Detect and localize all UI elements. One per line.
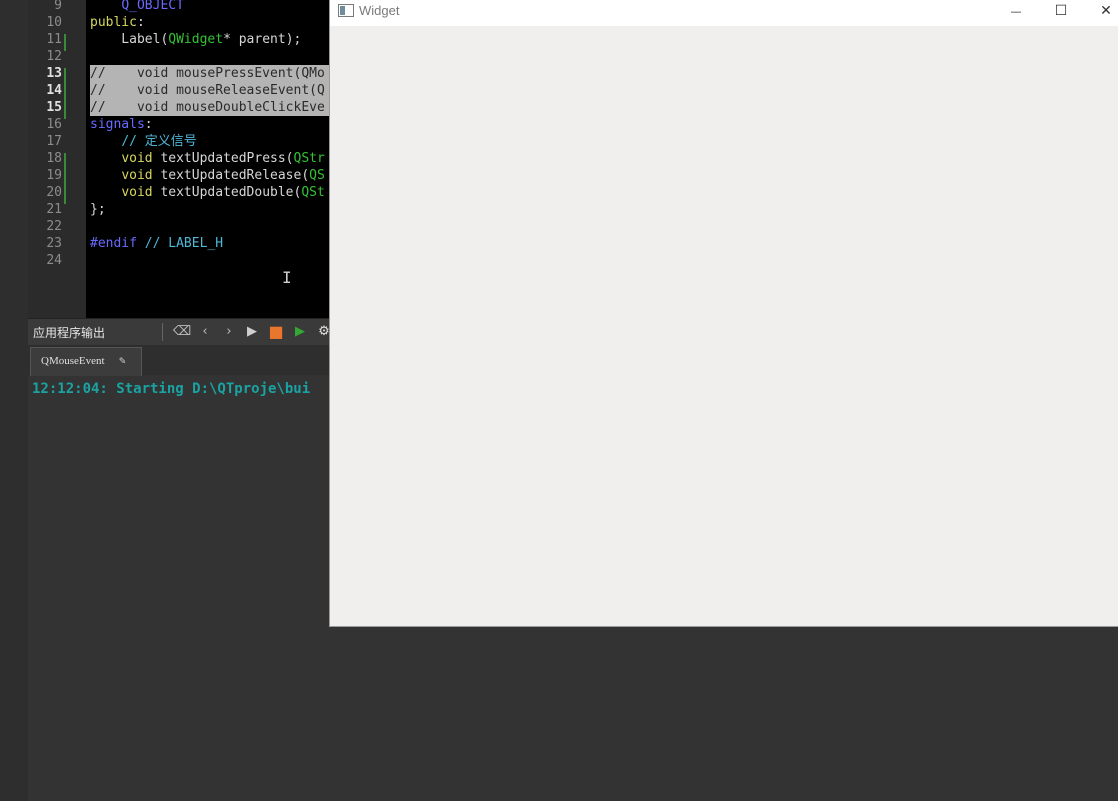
line-number: 18 [46,151,62,166]
code-line[interactable]: void textUpdatedPress(QStr [90,150,325,167]
code-token: QS [309,168,325,183]
code-token: // 定义信号 [121,134,197,149]
code-token: // void mouseReleaseEvent(Q [90,83,325,98]
code-line[interactable]: Label(QWidget* parent); [90,31,301,48]
minimize-icon: — [1010,4,1022,18]
code-token: textUpdatedDouble( [152,185,302,200]
code-token: : [144,117,153,132]
code-line[interactable]: #endif // LABEL_H [90,235,223,252]
code-token: }; [90,202,106,217]
code-line[interactable]: // void mouseDoubleClickEve [90,99,330,116]
code-line[interactable]: // void mouseReleaseEvent(Q [90,82,330,99]
line-number: 10 [46,15,62,30]
widget-window[interactable]: Widget — ☐ ✕ [329,0,1118,627]
line-number: 14 [46,83,62,98]
code-token: void [121,168,153,183]
code-line[interactable]: }; [90,201,106,218]
tab-qmouseevent[interactable]: QMouseEvent ✎ [30,347,142,376]
line-number: 24 [46,253,62,268]
line-number: 23 [46,236,62,251]
change-marker [64,34,66,51]
line-number: 16 [46,117,62,132]
code-token: QStr [293,151,325,166]
code-line[interactable]: signals: [90,116,153,133]
change-marker [64,68,66,119]
line-number: 20 [46,185,62,200]
widget-client-area[interactable] [330,26,1118,626]
close-icon: ✕ [1100,3,1112,19]
application-output[interactable]: 12:12:04: Starting D:\QTproje\bui [28,376,330,801]
code-token: void [121,151,153,166]
code-token: // void mousePressEvent(QMo [90,66,325,81]
code-line[interactable]: void textUpdatedDouble(QSt [90,184,325,201]
code-token: : [136,15,145,30]
code-editor[interactable]: 9 10 11 12 13 14 15 16 17 18 19 20 21 22 23 24 Q_OBJECT… [28,0,330,318]
run-icon[interactable]: ▶ [243,322,261,340]
code-line[interactable]: void textUpdatedRelease(QS [90,167,325,184]
code-token: signals [90,117,145,132]
output-log-line: 12:12:04: Starting D:\QTproje\bui [32,381,311,397]
line-number: 12 [46,49,62,64]
code-token: void [121,185,153,200]
toolbar-separator [162,323,163,341]
code-token: Label( [90,32,169,47]
tab-label: QMouseEvent [41,355,105,367]
code-line[interactable]: Q_OBJECT [90,0,184,14]
output-pane-title: 应用程序输出 [33,326,106,340]
code-token: Q_OBJECT [121,0,184,13]
line-number: 19 [46,168,62,183]
stop-icon[interactable]: ■ [267,322,285,341]
code-token: QSt [301,185,325,200]
window-app-icon [338,4,354,17]
line-number: 11 [46,32,62,47]
code-token: QWidget [168,32,224,47]
close-button[interactable]: ✕ [1083,0,1118,22]
code-line[interactable]: public: [90,14,145,31]
clear-icon[interactable]: ⌫ [173,322,191,340]
prev-icon[interactable]: ‹ [196,322,214,340]
code-token: #endif [90,236,137,251]
maximize-icon: ☐ [1054,3,1068,19]
line-number: 22 [46,219,62,234]
line-number: 17 [46,134,62,149]
left-mode-strip [0,0,28,801]
output-toolbar: 应用程序输出 ⌫ ‹ › ▶ ■ ▶ ⚙ [28,318,330,346]
code-token: // LABEL_H [136,236,224,251]
minimize-button[interactable]: — [993,0,1039,22]
code-line[interactable]: // void mousePressEvent(QMo [90,65,330,82]
change-marker [64,153,66,204]
maximize-button[interactable]: ☐ [1038,0,1084,22]
text-cursor-icon: I [282,268,292,287]
code-token: public [90,15,137,30]
code-token: textUpdatedPress( [152,151,294,166]
line-number: 13 [46,66,62,81]
window-title: Widget [359,3,400,18]
line-number: 9 [54,0,62,13]
next-icon[interactable]: › [220,322,238,340]
window-titlebar[interactable]: Widget — ☐ ✕ [330,0,1118,26]
code-token: * parent); [223,32,302,47]
output-tabs: QMouseEvent ✎ [28,345,330,376]
line-number-gutter: 9 10 11 12 13 14 15 16 17 18 19 20 21 22 23 24 [28,0,86,318]
code-token: textUpdatedRelease( [152,168,310,183]
debug-icon[interactable]: ▶ [291,322,309,340]
pin-icon[interactable]: ✎ [119,354,126,367]
line-number: 21 [46,202,62,217]
code-token: // void mouseDoubleClickEve [90,100,325,115]
code-line[interactable]: // 定义信号 [90,133,197,150]
line-number: 15 [46,100,62,115]
